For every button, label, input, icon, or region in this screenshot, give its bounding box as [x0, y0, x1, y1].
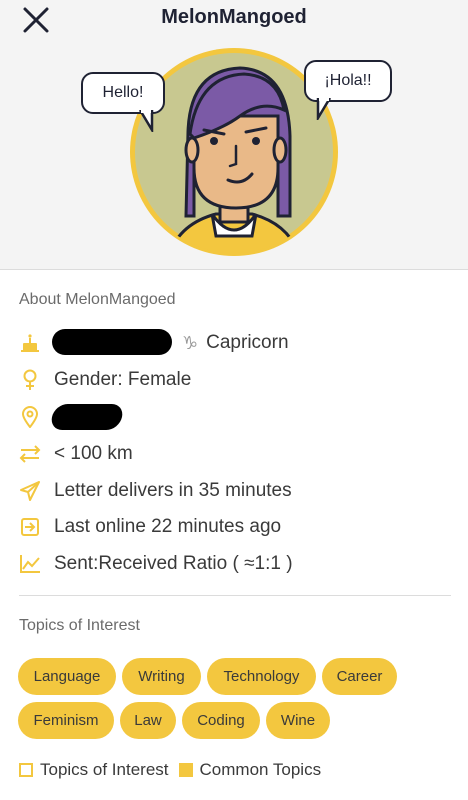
topic-tag[interactable]: Career — [322, 658, 397, 695]
bubble-tail-left — [138, 110, 154, 132]
sign-in-icon — [19, 516, 41, 538]
topic-tag[interactable]: Coding — [182, 702, 260, 739]
gender-row: Gender: Female — [19, 365, 191, 395]
about-heading: About MelonMangoed — [19, 291, 176, 308]
capricorn-icon: ♑ — [182, 332, 199, 353]
distance-text: < 100 km — [54, 443, 133, 464]
ratio-text: Sent:Received Ratio ( ≈1:1 ) — [54, 553, 293, 574]
topic-tag[interactable]: Law — [120, 702, 176, 739]
zodiac-row: ♑ Capricorn — [182, 328, 289, 358]
distance-row: < 100 km — [19, 439, 133, 469]
topics-legend: Topics of Interest Common Topics — [19, 760, 321, 780]
topic-tag[interactable]: Feminism — [18, 702, 114, 739]
bubble-tail-right — [316, 98, 332, 120]
location-pin-icon — [19, 406, 41, 428]
redacted-location — [49, 404, 125, 430]
legend-interest-label: Topics of Interest — [40, 760, 169, 779]
profile-header: MelonMangoed Hello! ¡Hola!! — [0, 0, 468, 270]
legend-common-label: Common Topics — [199, 760, 322, 779]
zodiac-sign: Capricorn — [206, 332, 289, 353]
section-divider — [19, 595, 451, 596]
delivery-row: Letter delivers in 35 minutes — [19, 476, 292, 506]
line-chart-icon — [19, 553, 41, 575]
filled-square-icon — [178, 763, 193, 777]
ratio-row: Sent:Received Ratio ( ≈1:1 ) — [19, 549, 293, 579]
topic-tag[interactable]: Wine — [266, 702, 330, 739]
cake-icon — [19, 332, 41, 354]
female-icon — [19, 369, 41, 391]
transfer-arrows-icon — [19, 443, 41, 465]
speech-bubble-hello: Hello! — [81, 72, 165, 114]
outline-square-icon — [19, 763, 33, 777]
topics-heading: Topics of Interest — [19, 617, 140, 634]
gender-text: Gender: Female — [54, 369, 192, 390]
topic-tag[interactable]: Language — [18, 658, 116, 695]
last-online-row: Last online 22 minutes ago — [19, 512, 281, 542]
birthday-row — [19, 328, 54, 358]
topic-tag[interactable]: Writing — [122, 658, 201, 695]
speech-bubble-hola: ¡Hola!! — [304, 60, 392, 102]
topic-tag[interactable]: Technology — [207, 658, 316, 695]
location-row — [19, 402, 54, 432]
last-online-text: Last online 22 minutes ago — [54, 516, 282, 537]
redacted-birthday — [52, 329, 172, 355]
page-title: MelonMangoed — [161, 6, 307, 28]
paper-plane-icon — [19, 480, 41, 502]
delivery-text: Letter delivers in 35 minutes — [54, 480, 292, 501]
